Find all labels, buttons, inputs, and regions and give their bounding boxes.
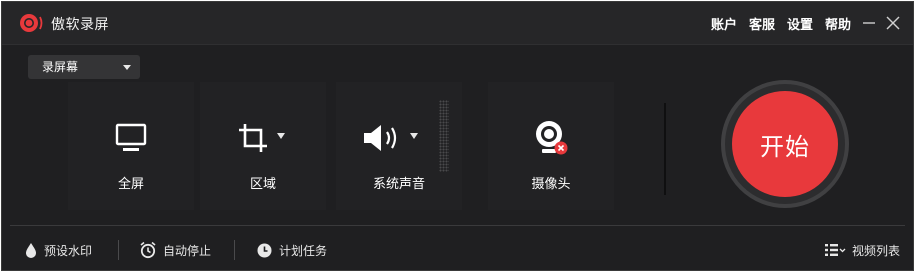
app-title: 傲软录屏 bbox=[51, 17, 109, 33]
menu-settings[interactable]: 设置 bbox=[787, 14, 813, 33]
clock-icon bbox=[257, 243, 272, 257]
title-bar: 傲软录屏 账户 客服 设置 帮助 bbox=[2, 2, 913, 45]
recorder-logo-icon bbox=[20, 14, 43, 32]
list-icon bbox=[825, 244, 846, 256]
bottom-divider bbox=[10, 225, 905, 226]
preset-watermark-label: 预设水印 bbox=[44, 243, 93, 258]
record-mode-value: 录屏幕 bbox=[42, 60, 79, 74]
source-fullscreen[interactable]: 全屏 bbox=[68, 82, 194, 210]
region-dropdown-icon[interactable] bbox=[277, 133, 285, 139]
bottom-separator bbox=[234, 240, 235, 260]
start-button[interactable]: 开始 bbox=[732, 91, 838, 197]
close-icon[interactable] bbox=[884, 14, 902, 32]
source-region-label: 区域 bbox=[249, 177, 276, 192]
source-system-audio-label: 系统声音 bbox=[372, 177, 425, 192]
volume-meter bbox=[439, 100, 449, 172]
schedule-task-label: 计划任务 bbox=[279, 243, 328, 258]
minimize-icon[interactable] bbox=[860, 14, 878, 32]
monitor-icon bbox=[115, 123, 147, 151]
auto-stop-button[interactable]: 自动停止 bbox=[139, 240, 211, 260]
audio-dropdown-icon[interactable] bbox=[410, 133, 418, 139]
webcam-icon bbox=[536, 121, 568, 155]
divider bbox=[664, 103, 666, 195]
schedule-task-button[interactable]: 计划任务 bbox=[256, 240, 327, 260]
auto-stop-label: 自动停止 bbox=[163, 243, 212, 258]
video-list-button[interactable]: 视频列表 bbox=[824, 240, 900, 260]
menu-service[interactable]: 客服 bbox=[749, 14, 775, 33]
chevron-down-icon bbox=[123, 65, 131, 70]
source-camera-label: 摄像头 bbox=[531, 177, 571, 192]
menu-account[interactable]: 账户 bbox=[711, 14, 737, 33]
source-fullscreen-label: 全屏 bbox=[117, 177, 144, 192]
bottom-separator bbox=[118, 240, 119, 260]
crop-icon bbox=[239, 124, 267, 152]
title-menu: 账户 客服 设置 帮助 bbox=[711, 14, 851, 33]
source-camera[interactable]: 摄像头 bbox=[488, 82, 614, 210]
alarm-clock-icon bbox=[140, 241, 156, 259]
source-region[interactable]: 区域 bbox=[200, 82, 326, 210]
video-list-label: 视频列表 bbox=[852, 243, 901, 258]
record-mode-dropdown[interactable]: 录屏幕 bbox=[28, 55, 140, 79]
recorder-window: 傲软录屏 账户 客服 设置 帮助 录屏幕 全屏 区域 系统声音 摄像头 开始 预… bbox=[1, 1, 914, 271]
speaker-icon bbox=[364, 125, 397, 151]
droplet-icon bbox=[26, 243, 36, 258]
menu-help[interactable]: 帮助 bbox=[825, 14, 851, 33]
preset-watermark-button[interactable]: 预设水印 bbox=[24, 240, 92, 260]
